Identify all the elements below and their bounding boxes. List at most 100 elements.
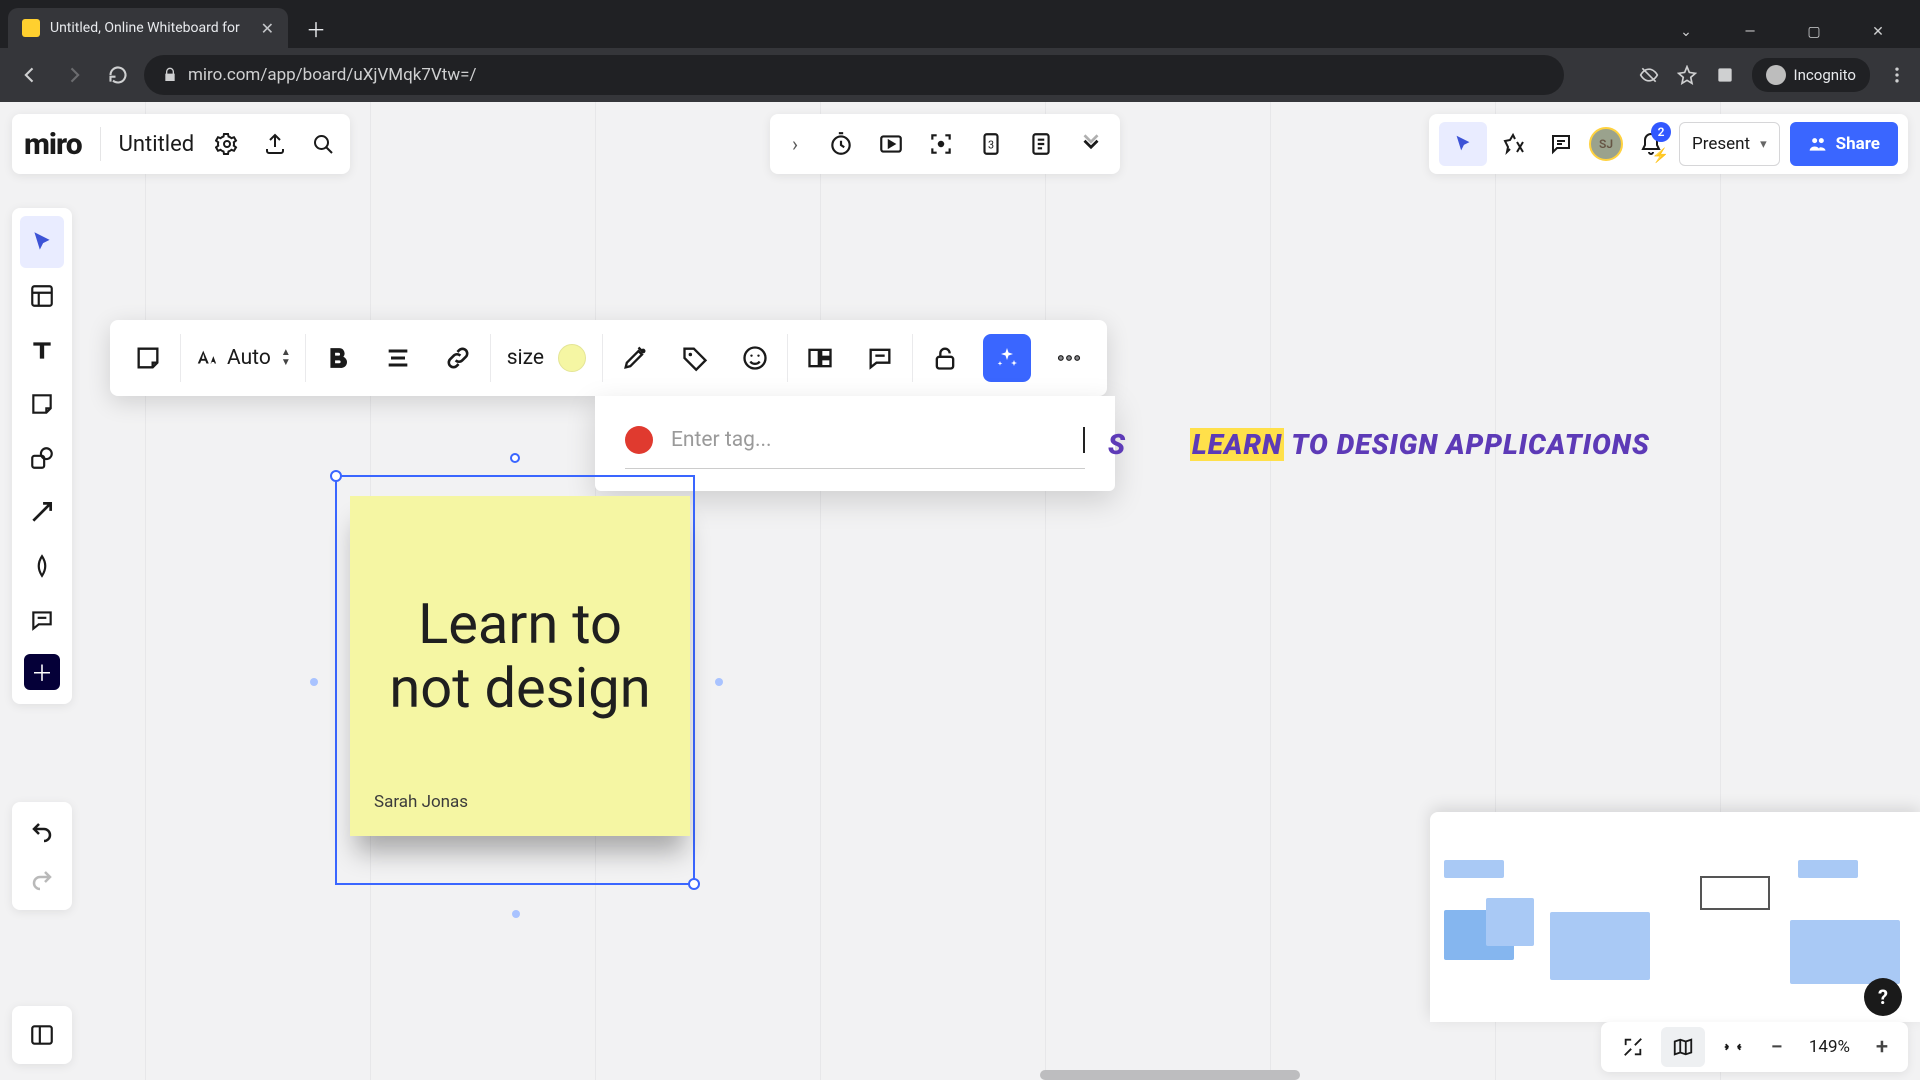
browser-tabstrip: Untitled, Online Whiteboard for ✕ ＋ ⌄ — … bbox=[0, 0, 1920, 48]
note-color-control[interactable]: size bbox=[493, 344, 600, 372]
sticky-text[interactable]: Learn to not design bbox=[374, 520, 666, 792]
layout-button[interactable] bbox=[790, 330, 850, 386]
timer-icon[interactable] bbox=[822, 125, 860, 163]
pen-tool[interactable] bbox=[20, 540, 64, 592]
new-tab-button[interactable]: ＋ bbox=[298, 10, 334, 46]
export-icon[interactable] bbox=[260, 129, 290, 159]
side-anchor[interactable] bbox=[512, 910, 520, 918]
sticky-note[interactable]: Learn to not design Sarah Jonas bbox=[350, 496, 690, 836]
cursor-mode-button[interactable] bbox=[1439, 122, 1487, 166]
window-close-icon[interactable]: ✕ bbox=[1860, 24, 1896, 40]
present-button[interactable]: Present ▾ bbox=[1679, 122, 1780, 166]
tag-color-dot[interactable] bbox=[625, 426, 653, 454]
notifications-button[interactable]: 2 ⚡ bbox=[1633, 126, 1669, 162]
resize-handle[interactable] bbox=[688, 878, 700, 890]
help-button[interactable]: ? bbox=[1864, 978, 1902, 1016]
comments-icon[interactable] bbox=[1543, 126, 1579, 162]
text-cursor bbox=[1083, 427, 1085, 453]
select-tool[interactable] bbox=[20, 216, 64, 268]
nav-back-button[interactable] bbox=[12, 57, 48, 93]
side-anchor[interactable] bbox=[310, 678, 318, 686]
bolt-icon: ⚡ bbox=[1652, 148, 1669, 164]
comment-tool[interactable] bbox=[20, 594, 64, 646]
reactions-icon[interactable] bbox=[1497, 126, 1533, 162]
stepper-icon[interactable]: ▲▼ bbox=[281, 348, 291, 368]
font-size-icon bbox=[195, 347, 217, 369]
avatar[interactable]: SJ bbox=[1589, 127, 1623, 161]
emoji-button[interactable] bbox=[725, 330, 785, 386]
undo-redo-group bbox=[12, 802, 72, 910]
zoom-in-button[interactable]: + bbox=[1866, 1035, 1898, 1060]
board-header: miro Untitled bbox=[12, 114, 350, 174]
note-type-icon[interactable] bbox=[118, 330, 178, 386]
close-tab-icon[interactable]: ✕ bbox=[261, 19, 274, 38]
link-button[interactable] bbox=[428, 330, 488, 386]
align-button[interactable] bbox=[368, 330, 428, 386]
bold-button[interactable] bbox=[308, 330, 368, 386]
fit-button[interactable] bbox=[1711, 1027, 1755, 1067]
people-icon bbox=[1808, 134, 1828, 154]
text-tool[interactable] bbox=[20, 324, 64, 376]
minimap-viewport[interactable] bbox=[1700, 876, 1770, 910]
add-tool-button[interactable]: ＋ bbox=[24, 654, 60, 690]
voting-icon[interactable]: 3 bbox=[972, 125, 1010, 163]
color-swatch[interactable] bbox=[558, 344, 586, 372]
ai-button[interactable] bbox=[983, 334, 1031, 382]
presentation-icon[interactable] bbox=[872, 125, 910, 163]
context-format-bar: Auto ▲▼ size bbox=[110, 320, 1107, 396]
notes-icon[interactable] bbox=[1022, 125, 1060, 163]
nav-forward-button[interactable] bbox=[56, 57, 92, 93]
nav-reload-button[interactable] bbox=[100, 57, 136, 93]
incognito-indicator[interactable]: Incognito bbox=[1752, 58, 1870, 92]
toolbar-expand-icon[interactable]: › bbox=[780, 132, 810, 156]
browser-tab[interactable]: Untitled, Online Whiteboard for ✕ bbox=[8, 8, 288, 48]
minimap-toggle[interactable] bbox=[1661, 1027, 1705, 1067]
side-anchor[interactable] bbox=[715, 678, 723, 686]
frames-panel-button[interactable] bbox=[12, 1006, 72, 1064]
settings-icon[interactable] bbox=[212, 129, 242, 159]
address-bar[interactable]: miro.com/app/board/uXjVMqk7Vtw=/ bbox=[144, 55, 1564, 95]
extensions-icon[interactable] bbox=[1714, 64, 1736, 86]
canvas-text[interactable]: LEARN TO DESIGN APPLICATIONS bbox=[1190, 428, 1650, 461]
miro-logo[interactable]: miro bbox=[24, 127, 82, 162]
font-size-control[interactable]: Auto ▲▼ bbox=[183, 346, 303, 370]
window-minimize-icon[interactable]: — bbox=[1732, 24, 1768, 40]
notification-badge: 2 bbox=[1651, 122, 1671, 142]
window-maximize-icon[interactable]: ▢ bbox=[1796, 24, 1832, 40]
more-options-button[interactable] bbox=[1039, 330, 1099, 386]
star-icon[interactable] bbox=[1676, 64, 1698, 86]
fullscreen-button[interactable] bbox=[1611, 1027, 1655, 1067]
search-icon[interactable] bbox=[308, 129, 338, 159]
incognito-icon bbox=[1766, 65, 1786, 85]
zoom-value[interactable]: 149% bbox=[1799, 1037, 1860, 1057]
horizontal-scrollbar[interactable] bbox=[1040, 1070, 1300, 1080]
canvas-text-fragment[interactable]: S bbox=[1108, 428, 1126, 461]
zoom-out-button[interactable]: − bbox=[1761, 1035, 1793, 1060]
present-label: Present bbox=[1692, 134, 1750, 154]
minimap-shape bbox=[1790, 920, 1900, 984]
minimap[interactable] bbox=[1430, 812, 1920, 1022]
more-toolbar-icon[interactable] bbox=[1072, 125, 1110, 163]
share-button[interactable]: Share bbox=[1790, 122, 1898, 166]
rotate-handle[interactable] bbox=[510, 453, 520, 463]
focus-icon[interactable] bbox=[922, 125, 960, 163]
highlight-button[interactable] bbox=[605, 330, 665, 386]
shape-tool[interactable] bbox=[20, 432, 64, 484]
lock-button[interactable] bbox=[915, 330, 975, 386]
tag-button[interactable] bbox=[665, 330, 725, 386]
browser-menu-icon[interactable] bbox=[1886, 64, 1908, 86]
tag-input[interactable] bbox=[671, 428, 965, 452]
undo-button[interactable] bbox=[20, 808, 64, 856]
tab-dropdown-icon[interactable]: ⌄ bbox=[1668, 24, 1704, 40]
minimap-shape bbox=[1486, 898, 1534, 946]
sticky-tool[interactable] bbox=[20, 378, 64, 430]
resize-handle[interactable] bbox=[330, 470, 342, 482]
board-title[interactable]: Untitled bbox=[119, 132, 195, 157]
comment-button[interactable] bbox=[850, 330, 910, 386]
redo-button[interactable] bbox=[20, 856, 64, 904]
eye-off-icon[interactable] bbox=[1638, 64, 1660, 86]
font-size-value: Auto bbox=[227, 346, 271, 370]
arrow-tool[interactable] bbox=[20, 486, 64, 538]
templates-tool[interactable] bbox=[20, 270, 64, 322]
grid-line bbox=[1270, 102, 1271, 1080]
